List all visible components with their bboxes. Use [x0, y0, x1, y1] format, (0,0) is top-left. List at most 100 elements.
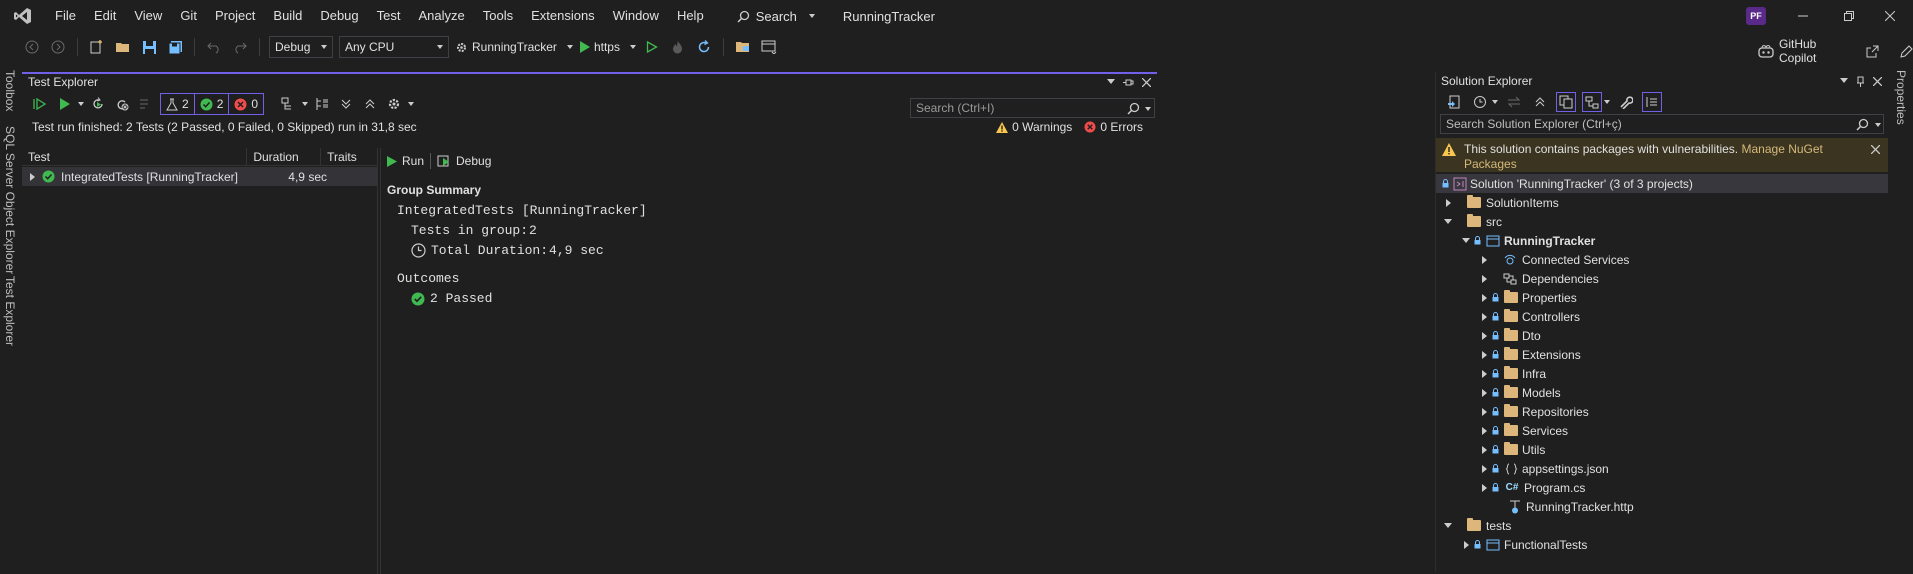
preview-selected-items-icon[interactable]: [1582, 92, 1602, 112]
pin-icon[interactable]: [1856, 76, 1865, 87]
collapse-arrow-icon[interactable]: [1442, 516, 1454, 535]
menu-build[interactable]: Build: [264, 0, 311, 32]
close-icon[interactable]: [1142, 77, 1151, 87]
list-item[interactable]: Extensions: [1436, 345, 1888, 364]
expand-arrow-icon[interactable]: [26, 167, 38, 186]
expand-arrow-icon[interactable]: [1478, 478, 1490, 497]
startup-project-select[interactable]: RunningTracker: [455, 40, 573, 54]
show-all-files-icon[interactable]: [1556, 92, 1576, 112]
expand-arrow-icon[interactable]: [1478, 383, 1490, 402]
menu-help[interactable]: Help: [668, 0, 713, 32]
menu-project[interactable]: Project: [206, 0, 264, 32]
hot-reload-flame-icon[interactable]: [668, 37, 688, 57]
list-item[interactable]: Utils: [1436, 440, 1888, 459]
group-by-icon[interactable]: [278, 94, 298, 114]
chevron-down-icon[interactable]: [302, 102, 309, 106]
list-item[interactable]: Solution 'RunningTracker' (3 of 3 projec…: [1436, 174, 1888, 193]
expand-arrow-icon[interactable]: [1478, 364, 1490, 383]
column-test[interactable]: Test: [22, 147, 248, 166]
chevron-down-icon[interactable]: [1604, 100, 1610, 104]
list-item[interactable]: Dto: [1436, 326, 1888, 345]
feedback-icon[interactable]: [1900, 44, 1913, 58]
errors-count[interactable]: 0 Errors: [1084, 120, 1143, 134]
pending-changes-filter-icon[interactable]: [1470, 92, 1490, 112]
chevron-down-icon[interactable]: [1875, 123, 1881, 127]
minimize-button[interactable]: [1780, 0, 1826, 32]
navigate-forward-icon[interactable]: [48, 37, 68, 57]
list-item[interactable]: Dependencies: [1436, 269, 1888, 288]
collapse-arrow-icon[interactable]: [1460, 231, 1472, 250]
expand-arrow-icon[interactable]: [1478, 307, 1490, 326]
redo-icon[interactable]: [230, 37, 250, 57]
chevron-down-icon[interactable]: [78, 102, 84, 106]
new-project-icon[interactable]: [87, 37, 107, 57]
table-row[interactable]: IntegratedTests [RunningTracker] 4,9 sec: [22, 167, 377, 186]
open-folder-icon[interactable]: [113, 37, 133, 57]
expand-arrow-icon[interactable]: [1478, 326, 1490, 345]
switch-views-icon[interactable]: [1444, 92, 1464, 112]
sync-with-document-icon[interactable]: [1504, 92, 1524, 112]
restore-button[interactable]: [1826, 0, 1872, 32]
avatar[interactable]: PF: [1746, 7, 1766, 25]
run-all-tests-icon[interactable]: [30, 94, 50, 114]
properties-tab[interactable]: Properties: [1894, 70, 1908, 125]
sql-server-object-explorer-tab[interactable]: SQL Server Object Explorer: [3, 126, 17, 274]
expand-arrow-icon[interactable]: [1478, 269, 1490, 288]
run-tests-icon[interactable]: [54, 94, 74, 114]
close-icon[interactable]: [1873, 76, 1882, 86]
browse-folder-icon[interactable]: [733, 37, 753, 57]
close-window-button[interactable]: [1867, 0, 1913, 32]
menu-window[interactable]: Window: [604, 0, 668, 32]
navigate-back-icon[interactable]: [22, 37, 42, 57]
list-item[interactable]: Infra: [1436, 364, 1888, 383]
expand-arrow-icon[interactable]: [1478, 402, 1490, 421]
settings-gear-icon[interactable]: [384, 94, 404, 114]
menu-extensions[interactable]: Extensions: [522, 0, 604, 32]
properties-wrench-icon[interactable]: [1616, 92, 1636, 112]
list-item[interactable]: Connected Services: [1436, 250, 1888, 269]
list-item[interactable]: C# Program.cs: [1436, 478, 1888, 497]
list-item[interactable]: Models: [1436, 383, 1888, 402]
list-item[interactable]: SolutionItems: [1436, 193, 1888, 212]
undo-icon[interactable]: [204, 37, 224, 57]
test-explorer-search-input[interactable]: Search (Ctrl+I): [910, 98, 1155, 118]
toolbox-tab[interactable]: Toolbox: [3, 70, 17, 111]
collapse-all-icon[interactable]: [1530, 92, 1550, 112]
passed-tests-badge[interactable]: 2: [193, 93, 230, 115]
rerun-failed-icon[interactable]: [88, 94, 108, 114]
expand-arrow-icon[interactable]: [1460, 535, 1472, 554]
window-position-chevron-icon[interactable]: [1107, 79, 1115, 85]
preview-changes-icon[interactable]: [1642, 92, 1662, 112]
expand-arrow-icon[interactable]: [1478, 421, 1490, 440]
list-item[interactable]: RunningTracker.http: [1436, 497, 1888, 516]
list-item[interactable]: Services: [1436, 421, 1888, 440]
menu-view[interactable]: View: [125, 0, 171, 32]
collapse-arrow-icon[interactable]: [1442, 212, 1454, 231]
solution-configuration-select[interactable]: Debug: [269, 36, 333, 58]
failed-tests-badge[interactable]: 0: [228, 93, 265, 115]
menu-tools[interactable]: Tools: [474, 0, 522, 32]
column-duration[interactable]: Duration: [247, 147, 322, 166]
start-debugging-button[interactable]: https: [579, 40, 636, 54]
total-tests-badge[interactable]: 2: [160, 93, 195, 115]
chevron-down-icon[interactable]: [1492, 100, 1498, 104]
solution-explorer-search-input[interactable]: Search Solution Explorer (Ctrl+ç): [1440, 114, 1884, 134]
warnings-count[interactable]: 0 Warnings: [996, 120, 1072, 134]
expand-arrow-icon[interactable]: [1478, 288, 1490, 307]
list-item[interactable]: src: [1436, 212, 1888, 231]
save-icon[interactable]: [139, 37, 159, 57]
menu-file[interactable]: File: [46, 0, 85, 32]
list-item[interactable]: Properties: [1436, 288, 1888, 307]
menu-analyze[interactable]: Analyze: [409, 0, 473, 32]
menu-edit[interactable]: Edit: [85, 0, 125, 32]
passed-outcome[interactable]: 2 Passed: [411, 291, 492, 306]
list-item[interactable]: Controllers: [1436, 307, 1888, 326]
debug-button[interactable]: Debug: [437, 154, 491, 168]
list-item[interactable]: FunctionalTests: [1436, 535, 1888, 554]
column-traits[interactable]: Traits: [321, 148, 377, 166]
start-without-debugging-icon[interactable]: [642, 37, 662, 57]
expand-arrow-icon[interactable]: [1442, 193, 1454, 212]
expand-arrow-icon[interactable]: [1478, 440, 1490, 459]
window-layout-icon[interactable]: [759, 37, 779, 57]
window-position-chevron-icon[interactable]: [1840, 78, 1848, 84]
